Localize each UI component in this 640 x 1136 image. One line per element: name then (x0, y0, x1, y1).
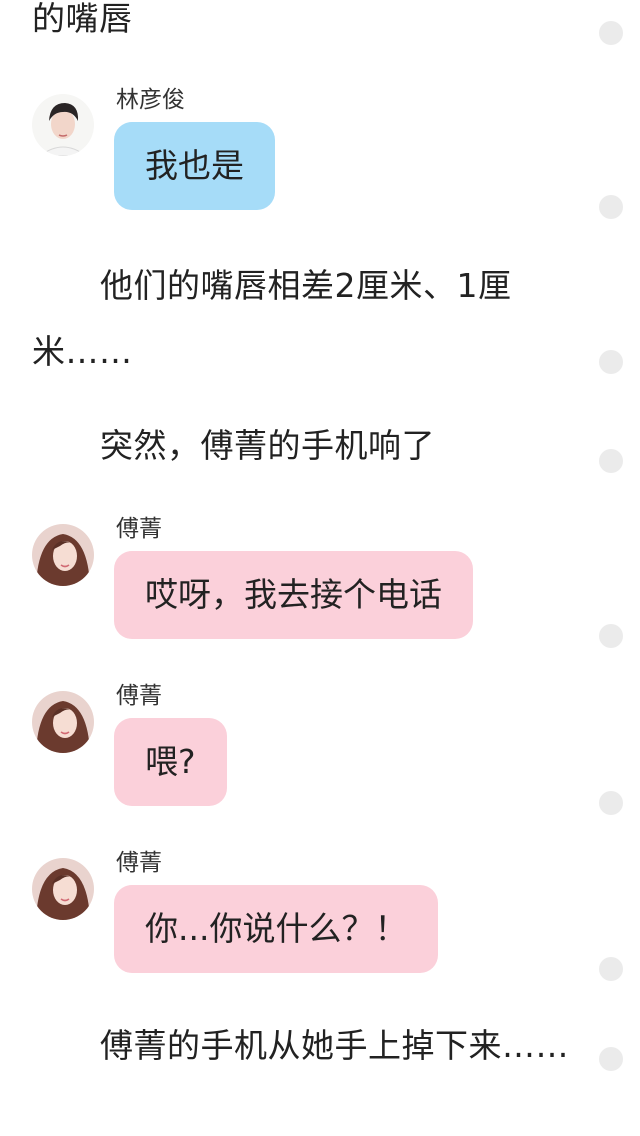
comment-dot-icon[interactable] (599, 350, 623, 374)
speaker-name: 傅菁 (116, 850, 162, 876)
female-avatar-icon (32, 691, 94, 753)
comment-dot-icon[interactable] (599, 21, 623, 45)
avatar[interactable] (32, 691, 94, 753)
chat-bubble: 你...你说什么？！ (114, 885, 439, 973)
comment-dot-icon[interactable] (599, 624, 623, 648)
chat-bubble: 我也是 (114, 122, 275, 210)
comment-dot-icon[interactable] (599, 449, 623, 473)
chat-bubble: 哎呀，我去接个电话 (114, 551, 473, 639)
narration-line: 的嘴唇 (32, 0, 133, 38)
speaker-name: 林彦俊 (116, 87, 185, 113)
avatar[interactable] (32, 524, 94, 586)
comment-dot-icon[interactable] (599, 1047, 623, 1071)
narration-line: 突然，傅菁的手机响了 (100, 426, 435, 465)
narration-line: 傅菁的手机从她手上掉下来…… (100, 1026, 569, 1065)
female-avatar-icon (32, 524, 94, 586)
speaker-name: 傅菁 (116, 516, 162, 542)
story-reader: 的嘴唇 林彦俊 我也是 他们的嘴唇相差2厘米、1厘 米…… 突然，傅菁的手机响了… (0, 0, 640, 1136)
narration-line: 米…… (32, 332, 133, 371)
avatar[interactable] (32, 94, 94, 156)
chat-bubble: 喂? (114, 718, 227, 806)
comment-dot-icon[interactable] (599, 195, 623, 219)
comment-dot-icon[interactable] (599, 791, 623, 815)
comment-dot-icon[interactable] (599, 957, 623, 981)
male-avatar-icon (32, 94, 94, 156)
female-avatar-icon (32, 858, 94, 920)
speaker-name: 傅菁 (116, 683, 162, 709)
narration-line: 他们的嘴唇相差2厘米、1厘 (100, 266, 512, 305)
avatar[interactable] (32, 858, 94, 920)
